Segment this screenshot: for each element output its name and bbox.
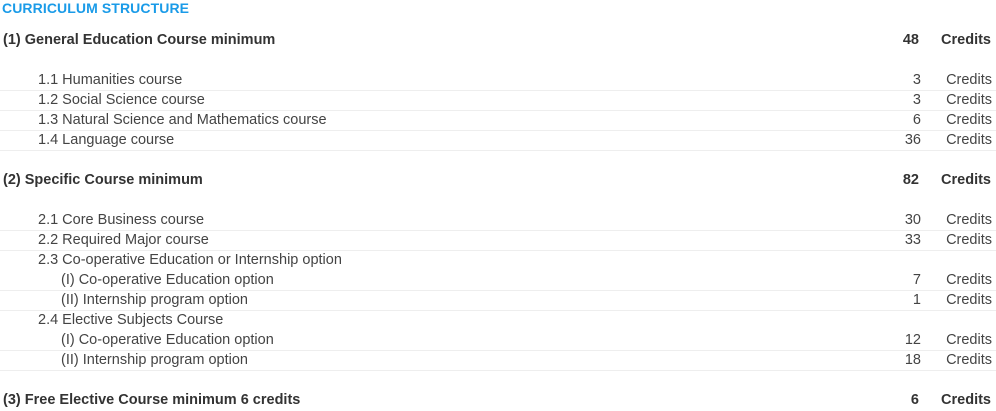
course-row-elective-coop-option: (I) Co-operative Education option 12 Cre… — [0, 331, 996, 351]
course-label: 1.3 Natural Science and Mathematics cour… — [38, 112, 327, 128]
credits-unit: Credits — [946, 332, 992, 348]
course-row-elective-subjects: 2.4 Elective Subjects Course — [0, 311, 996, 330]
course-credits: 18 — [904, 352, 921, 368]
course-credits: 3 — [912, 72, 921, 88]
credits-unit: Credits — [946, 232, 992, 248]
course-credits: 1 — [912, 292, 921, 308]
credits-unit: Credits — [946, 292, 992, 308]
credits-unit: Credits — [946, 132, 992, 148]
credits-unit: Credits — [946, 112, 992, 128]
course-row-internship-option: (II) Internship program option 1 Credits — [0, 291, 996, 311]
section-free-elective: (3) Free Elective Course minimum 6 credi… — [0, 391, 996, 410]
course-label: (II) Internship program option — [61, 292, 248, 308]
course-credits: 12 — [904, 332, 921, 348]
course-row-required-major: 2.2 Required Major course 33 Credits — [0, 231, 996, 251]
course-row-coop-option: (I) Co-operative Education option 7 Cred… — [0, 271, 996, 291]
credits-unit: Credits — [946, 72, 992, 88]
course-row-humanities: 1.1 Humanities course 3 Credits — [0, 71, 996, 91]
credits-unit: Credits — [946, 352, 992, 368]
course-credits: 36 — [904, 132, 921, 148]
course-credits: 6 — [912, 112, 921, 128]
course-row-elective-internship-option: (II) Internship program option 18 Credit… — [0, 351, 996, 371]
credits-unit: Credits — [941, 172, 991, 188]
credits-unit: Credits — [946, 272, 992, 288]
section-label: (3) Free Elective Course minimum 6 credi… — [3, 392, 301, 408]
course-label: 2.3 Co-operative Education or Internship… — [38, 252, 342, 268]
course-credits: 33 — [904, 232, 921, 248]
credits-unit: Credits — [941, 32, 991, 48]
course-label: (I) Co-operative Education option — [61, 332, 274, 348]
course-row-language: 1.4 Language course 36 Credits — [0, 131, 996, 151]
course-row-natural-science: 1.3 Natural Science and Mathematics cour… — [0, 111, 996, 131]
course-label: 2.4 Elective Subjects Course — [38, 312, 224, 328]
course-label: 1.1 Humanities course — [38, 72, 183, 88]
course-credits: 30 — [904, 212, 921, 228]
section-credits: 82 — [902, 172, 919, 188]
section-credits: 48 — [902, 32, 919, 48]
credits-unit: Credits — [941, 392, 991, 408]
course-label: 2.2 Required Major course — [38, 232, 209, 248]
section-specific-course: (2) Specific Course minimum 82 Credits — [0, 171, 996, 190]
course-row-coop-or-internship: 2.3 Co-operative Education or Internship… — [0, 251, 996, 270]
credits-unit: Credits — [946, 92, 992, 108]
course-label: 2.1 Core Business course — [38, 212, 205, 228]
course-row-social-science: 1.2 Social Science course 3 Credits — [0, 91, 996, 111]
course-label: (II) Internship program option — [61, 352, 248, 368]
course-label: 1.4 Language course — [38, 132, 175, 148]
section-label: (1) General Education Course minimum — [3, 32, 276, 48]
course-label: 1.2 Social Science course — [38, 92, 205, 108]
credits-unit: Credits — [946, 212, 992, 228]
course-label: (I) Co-operative Education option — [61, 272, 274, 288]
page-title: CURRICULUM STRUCTURE — [2, 0, 190, 16]
course-credits: 3 — [912, 92, 921, 108]
section-general-education: (1) General Education Course minimum 48 … — [0, 31, 996, 50]
section-label: (2) Specific Course minimum — [3, 172, 203, 188]
course-credits: 7 — [912, 272, 921, 288]
course-row-core-business: 2.1 Core Business course 30 Credits — [0, 211, 996, 231]
section-credits: 6 — [910, 392, 919, 408]
